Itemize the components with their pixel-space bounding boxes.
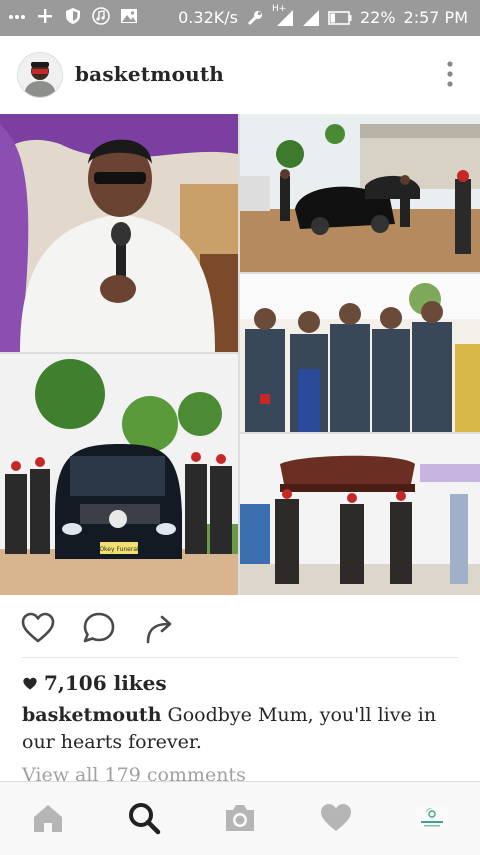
image-icon <box>121 9 137 23</box>
actions-divider <box>22 657 458 658</box>
status-bar: 0.32K/s H+ 22% 2:57 PM <box>0 0 480 36</box>
post-caption: basketmouth Goodbye Mum, you'll live in … <box>22 702 462 756</box>
profile-icon[interactable] <box>414 800 450 836</box>
photo-tile-hearse: Okey Funeral <box>0 354 238 595</box>
post-header: basketmouth <box>0 36 480 115</box>
home-icon[interactable] <box>30 800 66 836</box>
post-username[interactable]: basketmouth <box>75 62 224 86</box>
status-left-icons <box>8 7 138 25</box>
activity-icon[interactable] <box>318 800 354 836</box>
signal-icon <box>302 9 319 26</box>
signal-h-plus: H+ <box>272 4 294 27</box>
avatar-image <box>18 53 62 97</box>
battery-icon <box>328 10 352 25</box>
camera-icon[interactable] <box>222 800 258 836</box>
network-speed: 0.32K/s <box>178 8 238 27</box>
wrench-icon <box>247 10 262 25</box>
hearse-photo: Okey Funeral <box>0 354 238 595</box>
more-dots-icon <box>9 15 25 19</box>
search-icon[interactable] <box>126 800 162 836</box>
signal-icon <box>276 9 293 26</box>
battery-percent: 22% <box>359 8 396 27</box>
shield-icon <box>66 8 80 24</box>
photo-tile-speaker <box>0 114 238 352</box>
plus-icon <box>38 9 52 23</box>
status-right: 0.32K/s H+ 22% 2:57 PM <box>178 4 468 28</box>
speaker-photo <box>0 114 238 352</box>
casket-photo <box>240 434 480 595</box>
procession-photo <box>240 114 480 272</box>
post-photo[interactable]: Okey Funeral <box>0 114 480 595</box>
post-actions <box>0 600 480 656</box>
photo-tile-procession <box>240 114 480 272</box>
hearse-plate: Okey Funeral <box>99 546 139 553</box>
music-icon <box>92 7 110 25</box>
group-photo <box>240 274 480 432</box>
share-icon[interactable] <box>142 610 178 646</box>
likes-heart-icon <box>23 677 37 690</box>
likes-row[interactable]: 7,106 likes <box>22 671 167 695</box>
caption-username[interactable]: basketmouth <box>22 704 162 726</box>
photo-tile-casket <box>240 434 480 595</box>
avatar[interactable] <box>17 52 63 98</box>
clock: 2:57 PM <box>403 8 468 27</box>
photo-tile-group <box>240 274 480 432</box>
bottom-nav <box>0 781 480 855</box>
likes-count: 7,106 likes <box>44 671 167 695</box>
comment-icon[interactable] <box>81 610 117 646</box>
more-options-icon[interactable] <box>446 60 454 88</box>
like-icon[interactable] <box>20 610 56 646</box>
